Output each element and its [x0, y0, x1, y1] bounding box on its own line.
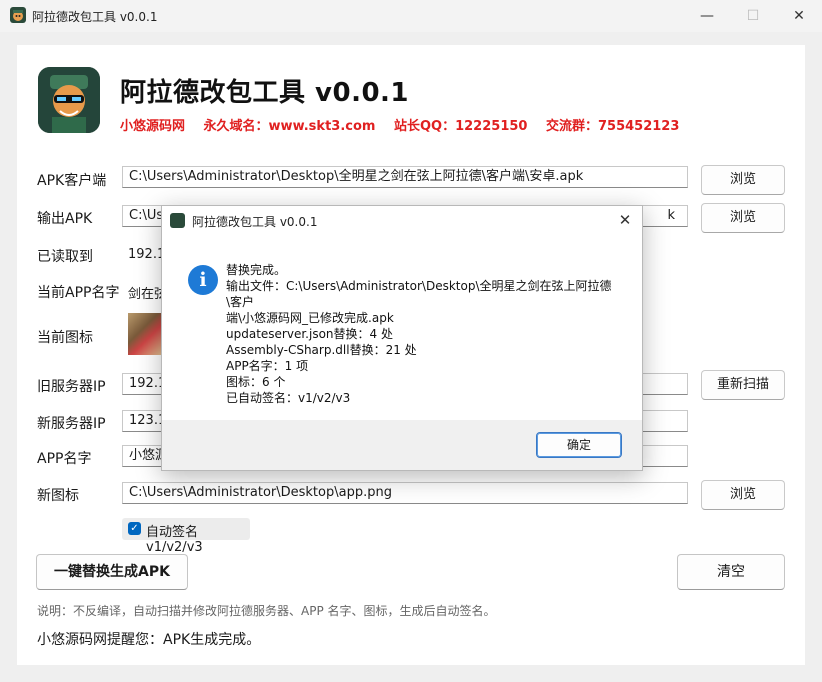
new-icon-label: 新图标	[37, 488, 79, 504]
generate-apk-button[interactable]: 一键替换生成APK	[36, 554, 188, 590]
ok-button[interactable]: 确定	[536, 432, 622, 458]
promo-domain: 永久域名：www.skt3.com	[203, 119, 376, 134]
app-name-label: APP名字	[37, 451, 92, 467]
maximize-button[interactable]: ☐	[730, 0, 776, 32]
logo-image	[38, 67, 100, 133]
auto-sign-label: 自动签名 v1/v2/v3	[146, 525, 203, 555]
app-icon	[10, 7, 26, 23]
rescan-button[interactable]: 重新扫描	[701, 370, 785, 400]
read-value: 192.1	[128, 247, 166, 262]
dialog-footer: 确定	[162, 420, 642, 470]
dialog-line: 已自动签名：v1/v2/v3	[226, 391, 351, 405]
dialog-line: updateserver.json替换：4 处	[226, 327, 393, 341]
output-apk-value-start: C:\Us	[129, 208, 164, 223]
dialog-close-button[interactable]: ✕	[612, 209, 638, 231]
checkmark-icon[interactable]: ✓	[128, 522, 141, 535]
current-icon-image	[128, 313, 162, 355]
info-icon: i	[188, 265, 218, 295]
browse-output-button[interactable]: 浏览	[701, 203, 785, 233]
current-icon-label: 当前图标	[37, 330, 93, 346]
apk-client-label: APK客户端	[37, 173, 107, 189]
message-dialog: 阿拉德改包工具 v0.0.1 ✕ i 替换完成。 输出文件：C:\Users\A…	[161, 205, 643, 471]
browse-apk-button[interactable]: 浏览	[701, 165, 785, 195]
current-app-name-label: 当前APP名字	[37, 285, 120, 301]
window-title: 阿拉德改包工具 v0.0.1	[32, 10, 158, 24]
old-server-label: 旧服务器IP	[37, 379, 106, 395]
page-title: 阿拉德改包工具 v0.0.1	[120, 78, 410, 108]
dialog-message: 替换完成。 输出文件：C:\Users\Administrator\Deskto…	[226, 262, 626, 406]
auto-sign-checkbox[interactable]: ✓ 自动签名 v1/v2/v3	[122, 518, 250, 555]
promo-qq: 站长QQ：12225150	[393, 119, 528, 134]
promo-line: 小悠源码网 永久域名：www.skt3.com 站长QQ：12225150 交流…	[120, 115, 693, 134]
description-note: 说明：不反编译，自动扫描并修改阿拉德服务器、APP 名字、图标，生成后自动签名。	[37, 604, 496, 618]
dialog-app-icon	[170, 213, 185, 228]
close-button[interactable]: ✕	[776, 0, 822, 32]
dialog-line: 输出文件：C:\Users\Administrator\Desktop\全明星之…	[226, 279, 612, 309]
dialog-line: 图标：6 个	[226, 375, 286, 389]
apk-client-input[interactable]: C:\Users\Administrator\Desktop\全明星之剑在弦上阿…	[122, 166, 688, 188]
title-bar: 阿拉德改包工具 v0.0.1 — ☐ ✕	[0, 0, 822, 32]
dialog-line: 替换完成。	[226, 263, 287, 277]
dialog-line: Assembly-CSharp.dll替换：21 处	[226, 343, 417, 357]
dialog-title: 阿拉德改包工具 v0.0.1	[192, 215, 318, 229]
status-text: 小悠源码网提醒您：APK生成完成。	[37, 632, 261, 648]
read-label: 已读取到	[37, 249, 93, 265]
dialog-line: APP名字：1 项	[226, 359, 309, 373]
promo-group: 交流群：755452123	[545, 119, 680, 134]
output-apk-label: 输出APK	[37, 211, 93, 227]
dialog-line: 端\小悠源码网_已修改完成.apk	[226, 311, 394, 325]
new-server-label: 新服务器IP	[37, 416, 106, 432]
browse-icon-button[interactable]: 浏览	[701, 480, 785, 510]
minimize-button[interactable]: —	[684, 0, 730, 32]
promo-site: 小悠源码网	[120, 119, 186, 134]
output-apk-value-end: k	[667, 208, 675, 223]
clear-button[interactable]: 清空	[677, 554, 785, 590]
new-icon-input[interactable]: C:\Users\Administrator\Desktop\app.png	[122, 482, 688, 504]
